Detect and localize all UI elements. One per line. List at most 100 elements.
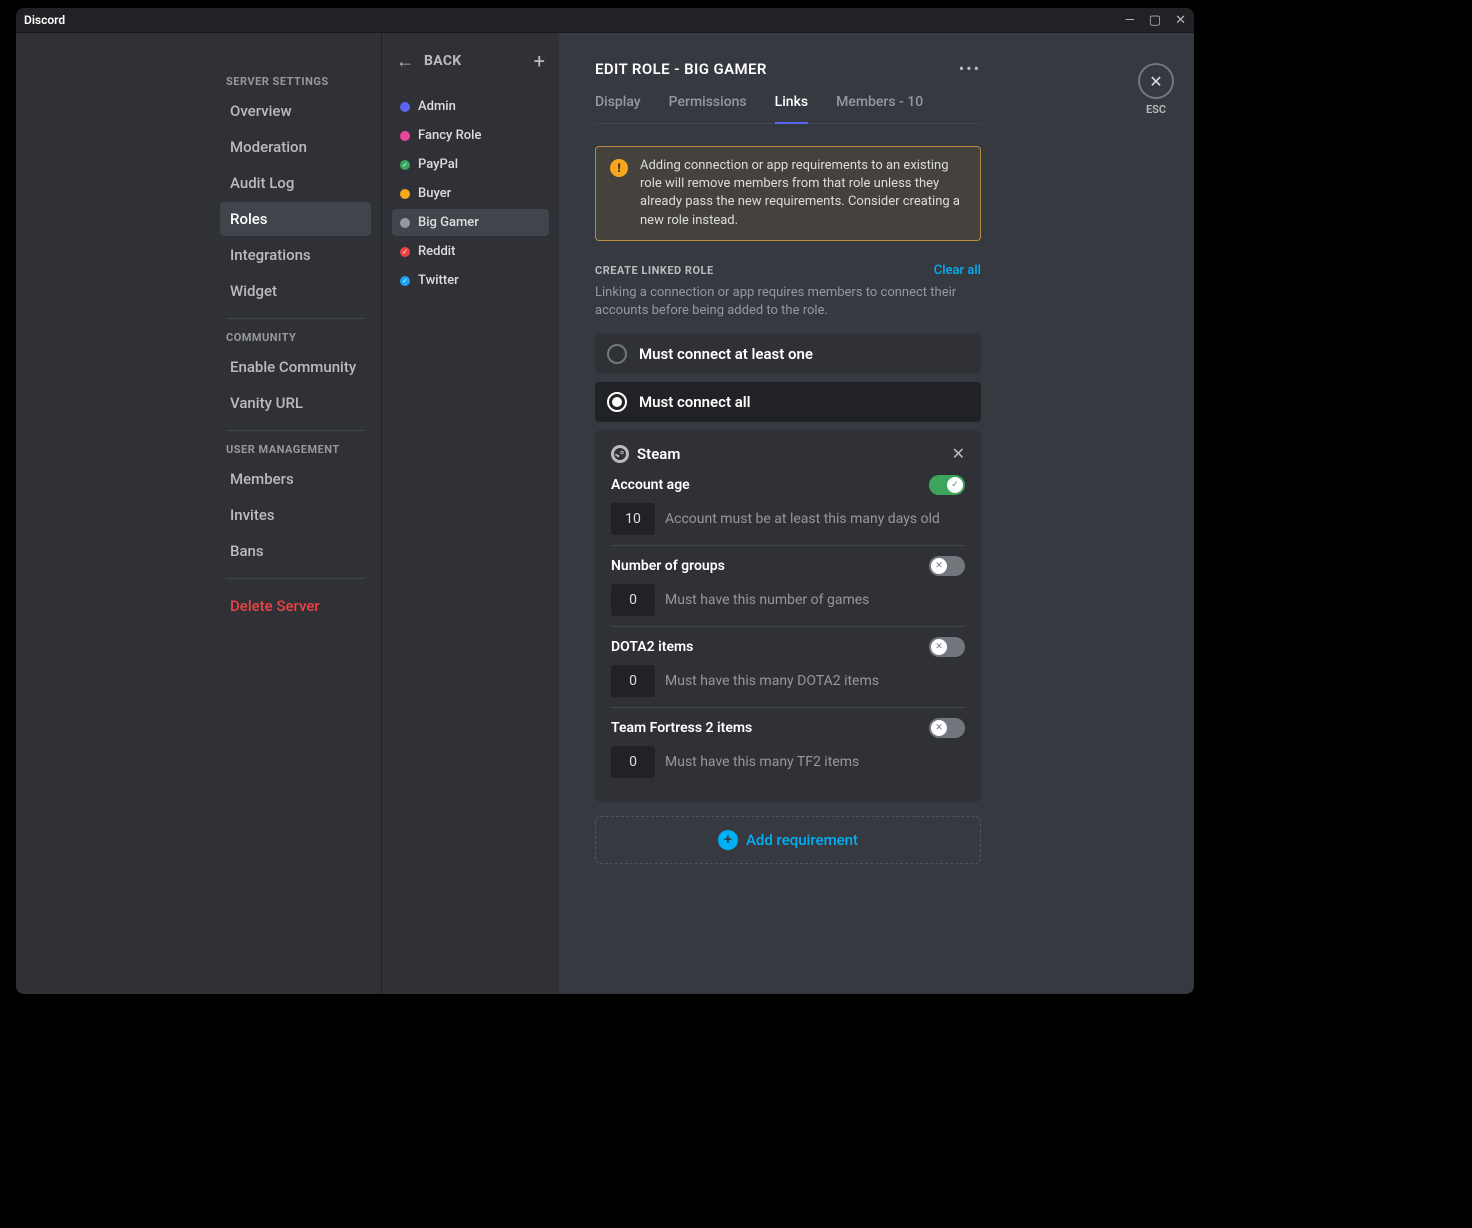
warning-icon: ! bbox=[610, 159, 628, 177]
requirement-toggle[interactable]: ✕ bbox=[929, 718, 965, 738]
divider bbox=[226, 430, 365, 431]
role-color-dot bbox=[400, 131, 410, 141]
close-label: ESC bbox=[1138, 103, 1174, 116]
app-brand: Discord bbox=[24, 13, 65, 27]
radio-label: Must connect at least one bbox=[639, 345, 813, 363]
tab-members[interactable]: Members - 10 bbox=[836, 94, 923, 123]
group-server-settings: SERVER SETTINGS bbox=[226, 75, 365, 88]
arrow-left-icon: ← bbox=[396, 51, 414, 72]
radio-connect-one[interactable]: Must connect at least one bbox=[595, 334, 981, 374]
tab-display[interactable]: Display bbox=[595, 94, 641, 123]
sidebar-item-moderation[interactable]: Moderation bbox=[220, 130, 371, 164]
clear-all-button[interactable]: Clear all bbox=[934, 263, 981, 278]
steam-icon bbox=[611, 445, 629, 463]
requirement-title: Steam bbox=[637, 445, 680, 463]
requirement-description: Account must be at least this many days … bbox=[665, 511, 940, 527]
requirement-value-input[interactable] bbox=[611, 665, 655, 697]
section-title: CREATE LINKED ROLE bbox=[595, 264, 714, 277]
sidebar-item-audit-log[interactable]: Audit Log bbox=[220, 166, 371, 200]
settings-sidebar: SERVER SETTINGS Overview Moderation Audi… bbox=[16, 33, 381, 994]
requirement-row: DOTA2 items ✕ Must have this many DOTA2 it… bbox=[611, 626, 965, 707]
sidebar-item-integrations[interactable]: Integrations bbox=[220, 238, 371, 272]
divider bbox=[226, 318, 365, 319]
role-label: Big Gamer bbox=[418, 215, 479, 230]
sidebar-item-vanity-url[interactable]: Vanity URL bbox=[220, 386, 371, 420]
role-item-admin[interactable]: Admin bbox=[392, 93, 549, 120]
sidebar-item-overview[interactable]: Overview bbox=[220, 94, 371, 128]
add-requirement-button[interactable]: + Add requirement bbox=[595, 816, 981, 864]
sidebar-item-roles[interactable]: Roles bbox=[220, 202, 371, 236]
sidebar-item-enable-community[interactable]: Enable Community bbox=[220, 350, 371, 384]
requirement-label: Team Fortress 2 items bbox=[611, 720, 752, 736]
role-color-dot bbox=[400, 218, 410, 228]
role-item-big-gamer[interactable]: Big Gamer bbox=[392, 209, 549, 236]
warning-banner: ! Adding connection or app requirements … bbox=[595, 146, 981, 241]
requirement-toggle[interactable]: ✓ bbox=[929, 475, 965, 495]
role-label: Admin bbox=[418, 99, 456, 114]
toggle-knob: ✕ bbox=[931, 558, 947, 574]
requirement-row: Team Fortress 2 items ✕ Must have this man… bbox=[611, 707, 965, 788]
divider bbox=[226, 578, 365, 579]
radio-label: Must connect all bbox=[639, 393, 751, 411]
sidebar-item-delete-server[interactable]: Delete Server bbox=[220, 589, 371, 623]
toggle-knob: ✕ bbox=[931, 720, 947, 736]
requirement-description: Must have this many TF2 items bbox=[665, 754, 859, 770]
titlebar: Discord — ▢ ✕ bbox=[16, 8, 1194, 33]
radio-icon bbox=[607, 344, 627, 364]
role-label: PayPal bbox=[418, 157, 458, 172]
requirement-description: Must have this many DOTA2 items bbox=[665, 673, 879, 689]
sidebar-item-bans[interactable]: Bans bbox=[220, 534, 371, 568]
role-label: Reddit bbox=[418, 244, 455, 259]
requirement-card-steam: Steam ✕ Account age ✓ Account must be at l… bbox=[595, 430, 981, 802]
tab-links[interactable]: Links bbox=[775, 94, 808, 124]
requirement-toggle[interactable]: ✕ bbox=[929, 637, 965, 657]
close-button[interactable]: ✕ bbox=[1138, 63, 1174, 99]
role-label: Twitter bbox=[418, 273, 459, 288]
toggle-knob: ✓ bbox=[947, 477, 963, 493]
maximize-icon[interactable]: ▢ bbox=[1149, 13, 1161, 28]
role-color-dot: ✓ bbox=[400, 160, 410, 170]
roles-column: ← BACK + Admin Fancy Role ✓ PayPal Buyer Big … bbox=[381, 33, 559, 994]
requirement-toggle[interactable]: ✕ bbox=[929, 556, 965, 576]
sidebar-item-widget[interactable]: Widget bbox=[220, 274, 371, 308]
role-item-paypal[interactable]: ✓ PayPal bbox=[392, 151, 549, 178]
back-label: BACK bbox=[424, 53, 461, 69]
close-window-icon[interactable]: ✕ bbox=[1175, 13, 1186, 28]
minimize-icon[interactable]: — bbox=[1125, 13, 1135, 28]
remove-requirement-icon[interactable]: ✕ bbox=[952, 444, 965, 463]
requirement-label: Account age bbox=[611, 477, 690, 493]
role-item-twitter[interactable]: ✓ Twitter bbox=[392, 267, 549, 294]
radio-connect-all[interactable]: Must connect all bbox=[595, 382, 981, 422]
add-requirement-label: Add requirement bbox=[746, 831, 858, 849]
add-role-icon[interactable]: + bbox=[534, 49, 545, 73]
role-item-reddit[interactable]: ✓ Reddit bbox=[392, 238, 549, 265]
role-color-dot: ✓ bbox=[400, 247, 410, 257]
requirement-label: Number of groups bbox=[611, 558, 725, 574]
warning-text: Adding connection or app requirements to… bbox=[640, 157, 966, 230]
plus-circle-icon: + bbox=[718, 830, 738, 850]
role-color-dot: ✓ bbox=[400, 276, 410, 286]
more-menu-icon[interactable]: ••• bbox=[959, 59, 981, 78]
requirement-label: DOTA2 items bbox=[611, 639, 693, 655]
requirement-row: Account age ✓ Account must be at least thi… bbox=[611, 475, 965, 545]
requirement-description: Must have this number of games bbox=[665, 592, 869, 608]
role-item-fancy-role[interactable]: Fancy Role bbox=[392, 122, 549, 149]
requirement-value-input[interactable] bbox=[611, 584, 655, 616]
radio-icon bbox=[607, 392, 627, 412]
requirement-row: Number of groups ✕ Must have this number o… bbox=[611, 545, 965, 626]
group-community: COMMUNITY bbox=[226, 331, 365, 344]
back-button[interactable]: ← BACK bbox=[396, 51, 461, 72]
role-item-buyer[interactable]: Buyer bbox=[392, 180, 549, 207]
section-description: Linking a connection or app requires mem… bbox=[595, 284, 981, 320]
page-title: EDIT ROLE - BIG GAMER bbox=[595, 60, 767, 78]
role-label: Buyer bbox=[418, 186, 451, 201]
role-color-dot bbox=[400, 189, 410, 199]
tabs: Display Permissions Links Members - 10 bbox=[595, 94, 981, 124]
sidebar-item-invites[interactable]: Invites bbox=[220, 498, 371, 532]
sidebar-item-members[interactable]: Members bbox=[220, 462, 371, 496]
content-area: ✕ ESC EDIT ROLE - BIG GAMER ••• Display P… bbox=[559, 33, 1194, 994]
role-label: Fancy Role bbox=[418, 128, 481, 143]
requirement-value-input[interactable] bbox=[611, 746, 655, 778]
requirement-value-input[interactable] bbox=[611, 503, 655, 535]
tab-permissions[interactable]: Permissions bbox=[669, 94, 747, 123]
